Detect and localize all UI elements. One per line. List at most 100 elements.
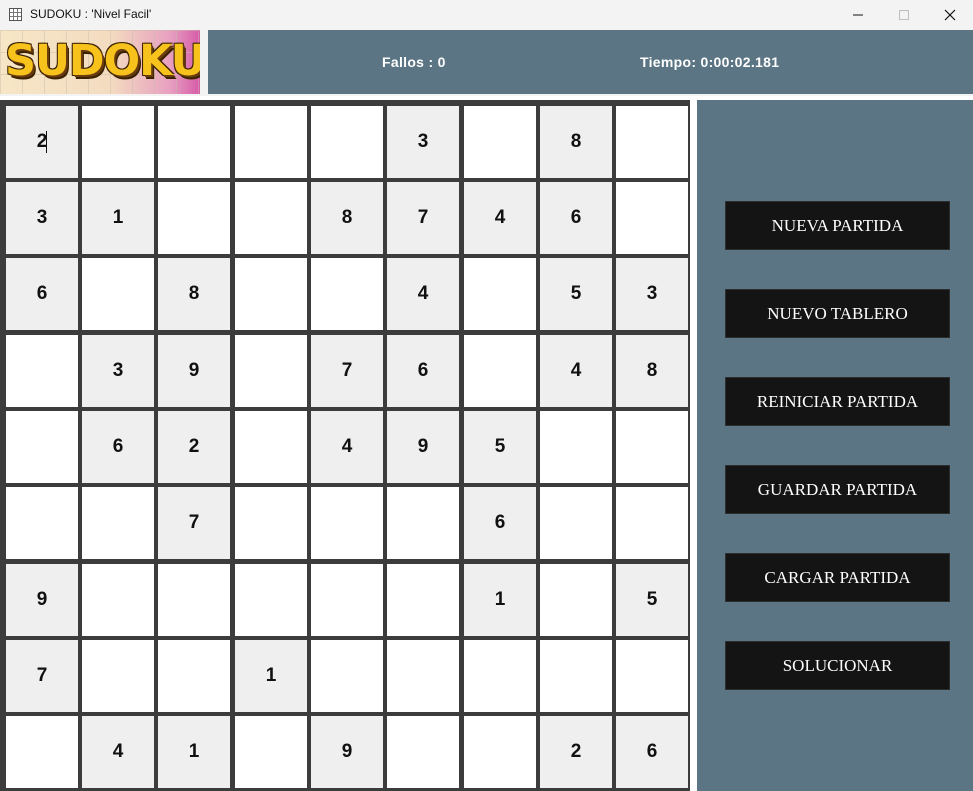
- cell-r7-c4[interactable]: [235, 564, 307, 636]
- cell-r1-c5[interactable]: [311, 106, 383, 178]
- window-title: SUDOKU : 'Nivel Facil': [30, 7, 152, 21]
- cell-r3-c1[interactable]: 6: [6, 258, 78, 330]
- cell-r4-c7[interactable]: [464, 335, 536, 407]
- cell-r1-c7[interactable]: [464, 106, 536, 178]
- cell-r2-c6[interactable]: 7: [387, 182, 459, 254]
- cell-r4-c4[interactable]: [235, 335, 307, 407]
- cell-r9-c2[interactable]: 4: [82, 716, 154, 788]
- cell-r6-c1[interactable]: [6, 487, 78, 559]
- cell-r8-c9[interactable]: [616, 640, 688, 712]
- cell-r3-c3[interactable]: 8: [158, 258, 230, 330]
- cell-r1-c3[interactable]: [158, 106, 230, 178]
- cell-r4-c5[interactable]: 7: [311, 335, 383, 407]
- cell-r5-c1[interactable]: [6, 411, 78, 483]
- cell-r4-c3[interactable]: 9: [158, 335, 230, 407]
- cell-r1-c8[interactable]: 8: [540, 106, 612, 178]
- solucionar-button[interactable]: SOLUCIONAR: [725, 641, 950, 690]
- elapsed-timer: Tiempo: 0:00:02.181: [640, 54, 780, 70]
- fallos-counter: Fallos : 0: [382, 54, 446, 70]
- cell-r3-c5[interactable]: [311, 258, 383, 330]
- cell-r1-c1[interactable]: 2: [6, 106, 78, 178]
- cell-r4-c6[interactable]: 6: [387, 335, 459, 407]
- sudoku-grid-icon: [9, 8, 22, 21]
- cell-r8-c1[interactable]: 7: [6, 640, 78, 712]
- reiniciar-partida-button[interactable]: REINICIAR PARTIDA: [725, 377, 950, 426]
- cell-r7-c9[interactable]: 5: [616, 564, 688, 636]
- cell-r2-c8[interactable]: 6: [540, 182, 612, 254]
- cargar-partida-button[interactable]: CARGAR PARTIDA: [725, 553, 950, 602]
- cell-r4-c8[interactable]: 4: [540, 335, 612, 407]
- cell-r3-c6[interactable]: 4: [387, 258, 459, 330]
- title-bar[interactable]: SUDOKU : 'Nivel Facil': [0, 0, 973, 30]
- cell-r3-c2[interactable]: [82, 258, 154, 330]
- maximize-button[interactable]: [881, 0, 927, 30]
- cell-r5-c8[interactable]: [540, 411, 612, 483]
- cell-r5-c2[interactable]: 6: [82, 411, 154, 483]
- cell-r5-c7[interactable]: 5: [464, 411, 536, 483]
- cell-r4-c9[interactable]: 8: [616, 335, 688, 407]
- cell-r8-c2[interactable]: [82, 640, 154, 712]
- cell-r2-c9[interactable]: [616, 182, 688, 254]
- logo-text: SUDOKU: [5, 36, 200, 86]
- cell-r2-c4[interactable]: [235, 182, 307, 254]
- cell-r7-c6[interactable]: [387, 564, 459, 636]
- cell-r6-c6[interactable]: [387, 487, 459, 559]
- cell-r3-c4[interactable]: [235, 258, 307, 330]
- text-caret: [46, 131, 47, 153]
- cell-r6-c7[interactable]: 6: [464, 487, 536, 559]
- minimize-button[interactable]: [835, 0, 881, 30]
- cell-r8-c7[interactable]: [464, 640, 536, 712]
- cell-r6-c8[interactable]: [540, 487, 612, 559]
- close-button[interactable]: [927, 0, 973, 30]
- cell-r3-c9[interactable]: 3: [616, 258, 688, 330]
- cell-r3-c8[interactable]: 5: [540, 258, 612, 330]
- cell-r5-c6[interactable]: 9: [387, 411, 459, 483]
- cell-r9-c5[interactable]: 9: [311, 716, 383, 788]
- cell-r1-c9[interactable]: [616, 106, 688, 178]
- cell-r5-c3[interactable]: 2: [158, 411, 230, 483]
- cell-r5-c4[interactable]: [235, 411, 307, 483]
- cell-r8-c5[interactable]: [311, 640, 383, 712]
- cell-r6-c5[interactable]: [311, 487, 383, 559]
- guardar-partida-button[interactable]: GUARDAR PARTIDA: [725, 465, 950, 514]
- cell-r9-c1[interactable]: [6, 716, 78, 788]
- cell-r1-c6[interactable]: 3: [387, 106, 459, 178]
- cell-r1-c4[interactable]: [235, 106, 307, 178]
- cell-r6-c2[interactable]: [82, 487, 154, 559]
- cell-r7-c8[interactable]: [540, 564, 612, 636]
- cell-r9-c3[interactable]: 1: [158, 716, 230, 788]
- cell-r7-c3[interactable]: [158, 564, 230, 636]
- cell-r9-c6[interactable]: [387, 716, 459, 788]
- cell-r9-c8[interactable]: 2: [540, 716, 612, 788]
- cell-r2-c2[interactable]: 1: [82, 182, 154, 254]
- cell-r9-c4[interactable]: [235, 716, 307, 788]
- cell-r2-c5[interactable]: 8: [311, 182, 383, 254]
- cell-r2-c1[interactable]: 3: [6, 182, 78, 254]
- cell-r7-c7[interactable]: 1: [464, 564, 536, 636]
- close-icon: [944, 9, 956, 21]
- cell-r9-c9[interactable]: 6: [616, 716, 688, 788]
- cell-r9-c7[interactable]: [464, 716, 536, 788]
- cell-r7-c5[interactable]: [311, 564, 383, 636]
- cell-r7-c1[interactable]: 9: [6, 564, 78, 636]
- cell-r4-c2[interactable]: 3: [82, 335, 154, 407]
- cell-r6-c9[interactable]: [616, 487, 688, 559]
- cell-r8-c6[interactable]: [387, 640, 459, 712]
- cell-r5-c5[interactable]: 4: [311, 411, 383, 483]
- cell-r4-c1[interactable]: [6, 335, 78, 407]
- cell-r6-c4[interactable]: [235, 487, 307, 559]
- cell-r6-c3[interactable]: 7: [158, 487, 230, 559]
- nuevo-tablero-button[interactable]: NUEVO TABLERO: [725, 289, 950, 338]
- cell-r8-c4[interactable]: 1: [235, 640, 307, 712]
- nueva-partida-button[interactable]: NUEVA PARTIDA: [725, 201, 950, 250]
- cell-r3-c7[interactable]: [464, 258, 536, 330]
- cell-r8-c8[interactable]: [540, 640, 612, 712]
- cell-r7-c2[interactable]: [82, 564, 154, 636]
- cell-r5-c9[interactable]: [616, 411, 688, 483]
- sudoku-board: 2383187466845339764862495769157141926: [0, 100, 690, 791]
- minimize-icon: [853, 14, 863, 16]
- cell-r1-c2[interactable]: [82, 106, 154, 178]
- cell-r2-c7[interactable]: 4: [464, 182, 536, 254]
- cell-r2-c3[interactable]: [158, 182, 230, 254]
- cell-r8-c3[interactable]: [158, 640, 230, 712]
